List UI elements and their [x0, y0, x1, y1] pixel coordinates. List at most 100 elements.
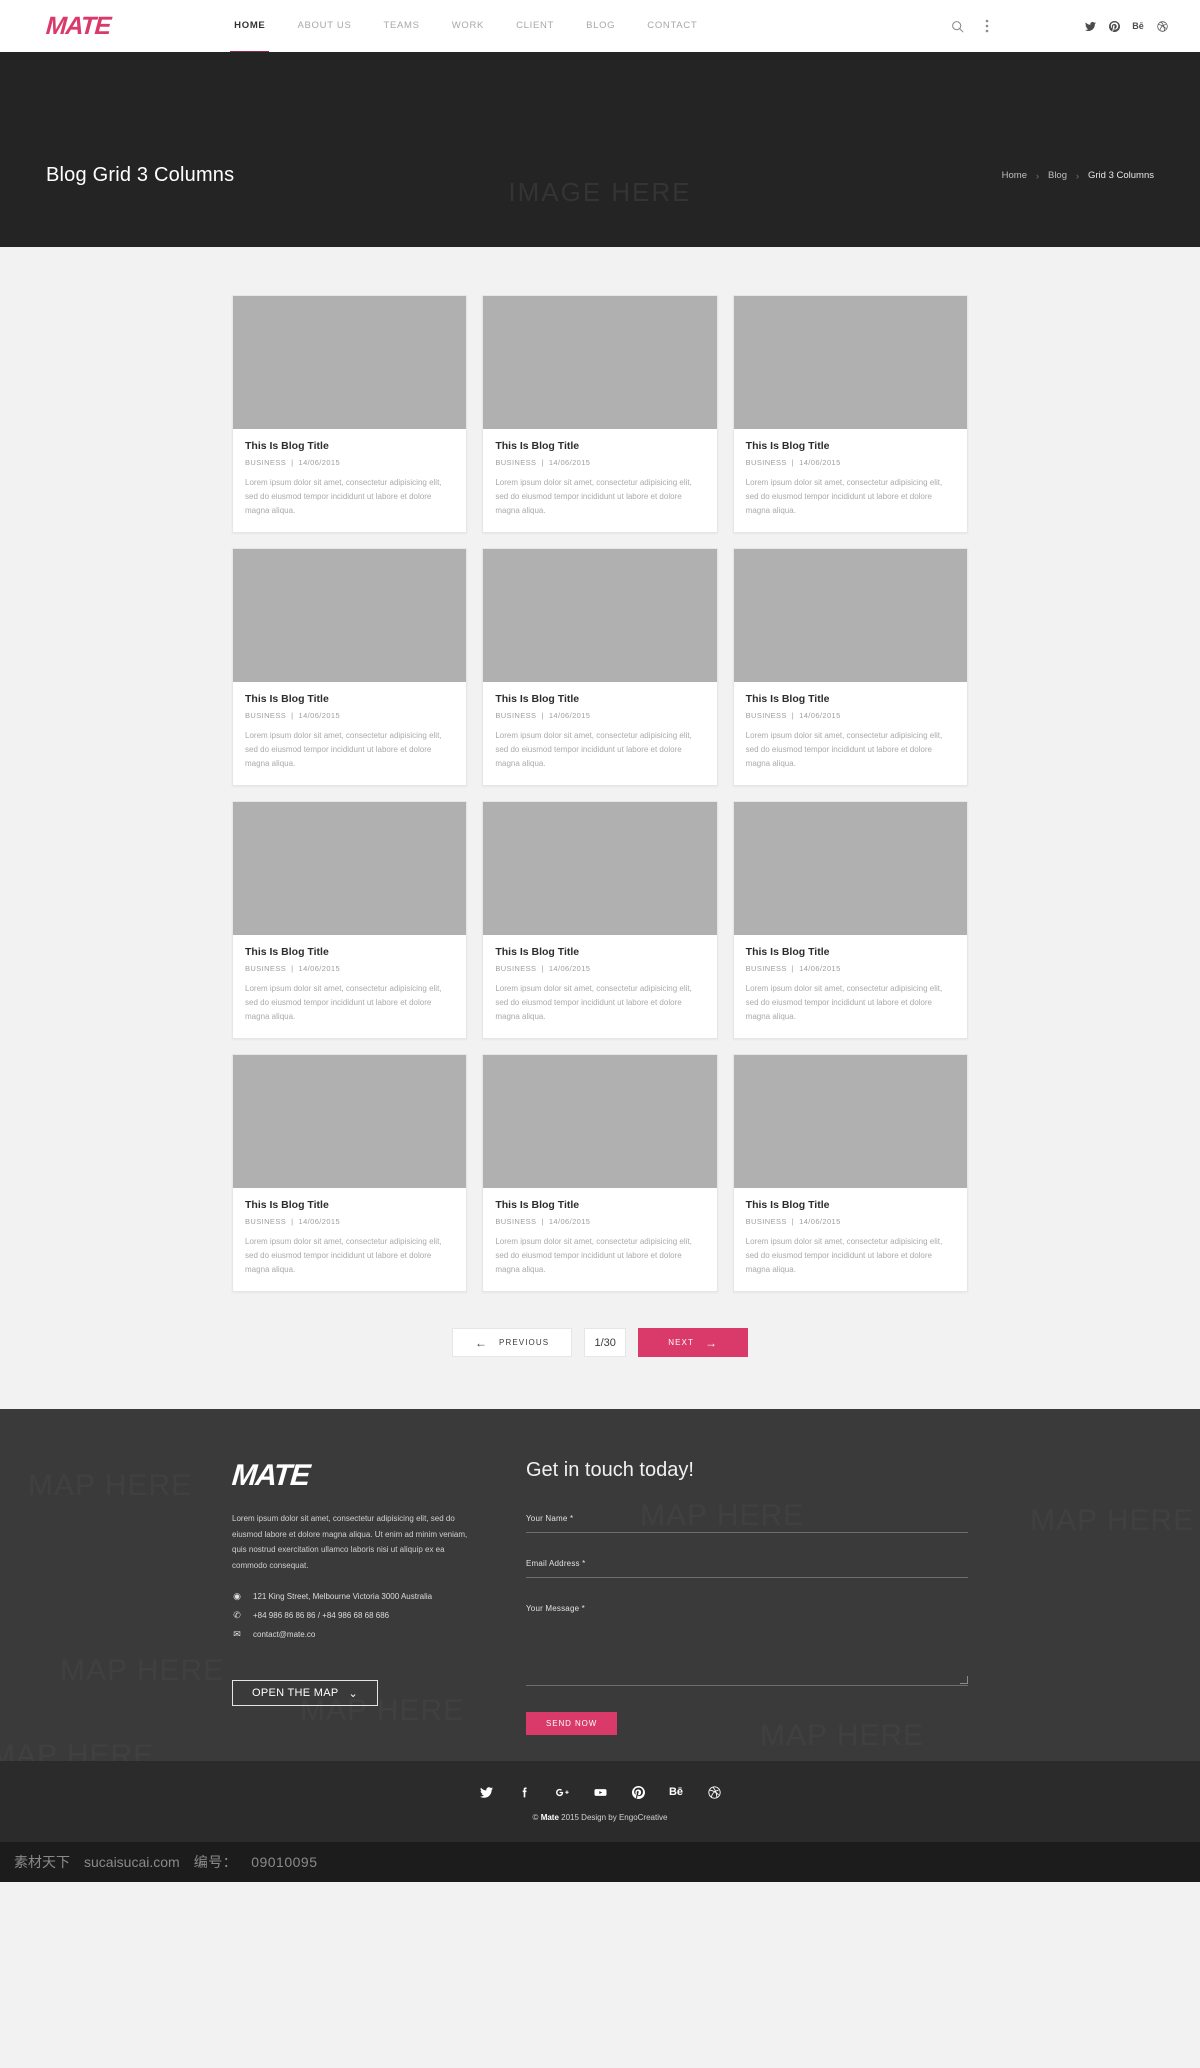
nav-item-teams[interactable]: TEAMS: [367, 0, 435, 52]
blog-card-title[interactable]: This Is Blog Title: [495, 693, 704, 705]
blog-card-title[interactable]: This Is Blog Title: [495, 1199, 704, 1211]
blog-card-category[interactable]: BUSINESS: [245, 458, 286, 467]
blog-card-category[interactable]: BUSINESS: [746, 711, 787, 720]
pinterest-icon[interactable]: [1104, 11, 1124, 41]
blog-card-title[interactable]: This Is Blog Title: [245, 1199, 454, 1211]
blog-card-image[interactable]: [233, 802, 467, 935]
blog-card-title[interactable]: This Is Blog Title: [495, 946, 704, 958]
previous-button[interactable]: ← PREVIOUS: [451, 1328, 573, 1357]
text-input[interactable]: [526, 1532, 968, 1533]
google-plus-icon[interactable]: [553, 1783, 571, 1801]
blog-card-meta: BUSINESS | 14/06/2015: [746, 1217, 955, 1226]
blog-card-image[interactable]: [733, 802, 967, 935]
blog-card-category[interactable]: BUSINESS: [746, 964, 787, 973]
blog-card-title[interactable]: This Is Blog Title: [746, 440, 955, 452]
blog-card-title[interactable]: This Is Blog Title: [245, 946, 454, 958]
blog-card-category[interactable]: BUSINESS: [495, 458, 536, 467]
more-vertical-icon[interactable]: [972, 11, 1002, 41]
blog-card-image[interactable]: [233, 296, 467, 429]
blog-card-excerpt: Lorem ipsum dolor sit amet, consectetur …: [495, 731, 692, 768]
blog-card-image[interactable]: [733, 1055, 967, 1188]
previous-label: PREVIOUS: [499, 1338, 550, 1347]
youtube-icon[interactable]: [591, 1783, 609, 1801]
blog-card-category[interactable]: BUSINESS: [495, 711, 536, 720]
nav-item-blog[interactable]: BLOG: [570, 0, 631, 52]
blog-card-image[interactable]: [233, 1055, 467, 1188]
footer-logo: MATE: [230, 1459, 311, 1492]
blog-card[interactable]: This Is Blog Title BUSINESS | 14/06/2015 Lor…: [232, 801, 468, 1039]
nav-item-client[interactable]: CLIENT: [500, 0, 570, 52]
blog-card[interactable]: This Is Blog Title BUSINESS | 14/06/2015 Lor…: [732, 801, 968, 1039]
blog-card-image[interactable]: [733, 296, 967, 429]
blog-card-category[interactable]: BUSINESS: [746, 458, 787, 467]
nav-item-about-us[interactable]: ABOUT US: [281, 0, 367, 52]
footer-contact-row: ✆ +84 986 86 86 86 / +84 986 68 68 686: [232, 1610, 470, 1621]
blog-card-title[interactable]: This Is Blog Title: [245, 693, 454, 705]
blog-card-title[interactable]: This Is Blog Title: [746, 1199, 955, 1211]
blog-card-image[interactable]: [233, 549, 467, 682]
blog-card-meta: BUSINESS | 14/06/2015: [746, 711, 955, 720]
blog-card-excerpt: Lorem ipsum dolor sit amet, consectetur …: [745, 478, 943, 515]
blog-card[interactable]: This Is Blog Title BUSINESS | 14/06/2015 Lor…: [482, 548, 718, 786]
envelope-icon: ✉: [233, 1629, 241, 1640]
blog-card-category[interactable]: BUSINESS: [245, 964, 286, 973]
blog-card[interactable]: This Is Blog Title BUSINESS | 14/06/2015 Lor…: [482, 1054, 718, 1292]
blog-card-category[interactable]: BUSINESS: [245, 1217, 286, 1226]
breadcrumb-item-grid-3-columns: Grid 3 Columns: [1088, 170, 1154, 181]
text-input[interactable]: [526, 1577, 968, 1578]
blog-card-category[interactable]: BUSINESS: [495, 964, 536, 973]
site-logo[interactable]: MATE: [45, 12, 111, 41]
blog-card-image[interactable]: [733, 549, 967, 682]
pinterest-icon[interactable]: [629, 1783, 647, 1801]
arrow-left-icon: ←: [474, 1335, 489, 1350]
behance-icon[interactable]: Bē: [1128, 11, 1148, 41]
copyright-rest: 2015 Design by EngoCreative: [561, 1813, 668, 1822]
dribbble-icon[interactable]: [705, 1783, 723, 1801]
blog-card[interactable]: This Is Blog Title BUSINESS | 14/06/2015 Lor…: [482, 801, 718, 1039]
blog-card-image[interactable]: [483, 296, 717, 429]
nav-item-contact[interactable]: CONTACT: [631, 0, 713, 52]
form-field: Email Address *: [526, 1559, 968, 1578]
dribbble-icon[interactable]: [1152, 11, 1172, 41]
blog-card-category[interactable]: BUSINESS: [495, 1217, 536, 1226]
blog-card[interactable]: This Is Blog Title BUSINESS | 14/06/2015 Lor…: [732, 548, 968, 786]
copyright-text: © Mate 2015 Design by EngoCreative: [0, 1813, 1200, 1822]
blog-card-title[interactable]: This Is Blog Title: [495, 440, 704, 452]
blog-card-excerpt: Lorem ipsum dolor sit amet, consectetur …: [495, 1237, 692, 1274]
blog-card-image[interactable]: [483, 802, 717, 935]
breadcrumb-item-home[interactable]: Home: [1002, 170, 1027, 181]
blog-card[interactable]: This Is Blog Title BUSINESS | 14/06/2015 Lor…: [732, 1054, 968, 1292]
message-input[interactable]: [526, 1622, 968, 1686]
blog-card[interactable]: This Is Blog Title BUSINESS | 14/06/2015 Lor…: [482, 295, 718, 533]
footer-contact-row: ◉ 121 King Street, Melbourne Victoria 300…: [232, 1591, 470, 1602]
open-the-map-button[interactable]: OPEN THE MAP ⌄: [232, 1680, 378, 1707]
breadcrumb-item-blog[interactable]: Blog: [1048, 170, 1067, 181]
blog-card-title[interactable]: This Is Blog Title: [245, 440, 454, 452]
nav-item-work[interactable]: WORK: [436, 0, 500, 52]
copyright-symbol: ©: [532, 1813, 539, 1822]
blog-card-date: 14/06/2015: [548, 458, 591, 467]
facebook-icon[interactable]: [515, 1783, 533, 1801]
blog-card-title[interactable]: This Is Blog Title: [746, 946, 955, 958]
send-now-button[interactable]: SEND NOW: [526, 1712, 618, 1735]
blog-card-category[interactable]: BUSINESS: [746, 1217, 787, 1226]
nav-item-home[interactable]: HOME: [218, 0, 281, 54]
twitter-icon[interactable]: [1080, 11, 1100, 41]
blog-card[interactable]: This Is Blog Title BUSINESS | 14/06/2015 Lor…: [232, 1054, 468, 1292]
blog-card-title[interactable]: This Is Blog Title: [746, 693, 955, 705]
twitter-icon[interactable]: [477, 1783, 495, 1801]
behance-icon[interactable]: Bē: [667, 1783, 685, 1801]
blog-card-date: 14/06/2015: [799, 711, 841, 720]
blog-card-meta: BUSINESS | 14/06/2015: [245, 964, 454, 973]
page-counter: 1/30: [584, 1328, 627, 1357]
next-button[interactable]: NEXT →: [638, 1328, 749, 1357]
breadcrumb: Home › Blog › Grid 3 Columns: [1002, 170, 1154, 181]
search-icon[interactable]: [942, 11, 972, 41]
blog-card[interactable]: This Is Blog Title BUSINESS | 14/06/2015 Lor…: [732, 295, 968, 533]
blog-card-image[interactable]: [483, 549, 717, 682]
blog-card-category[interactable]: BUSINESS: [245, 711, 286, 720]
blog-card[interactable]: This Is Blog Title BUSINESS | 14/06/2015 Lor…: [232, 295, 468, 533]
blog-card-image[interactable]: [483, 1055, 717, 1188]
map-watermark: MAP HERE: [1030, 1504, 1194, 1538]
blog-card[interactable]: This Is Blog Title BUSINESS | 14/06/2015 Lor…: [232, 548, 468, 786]
